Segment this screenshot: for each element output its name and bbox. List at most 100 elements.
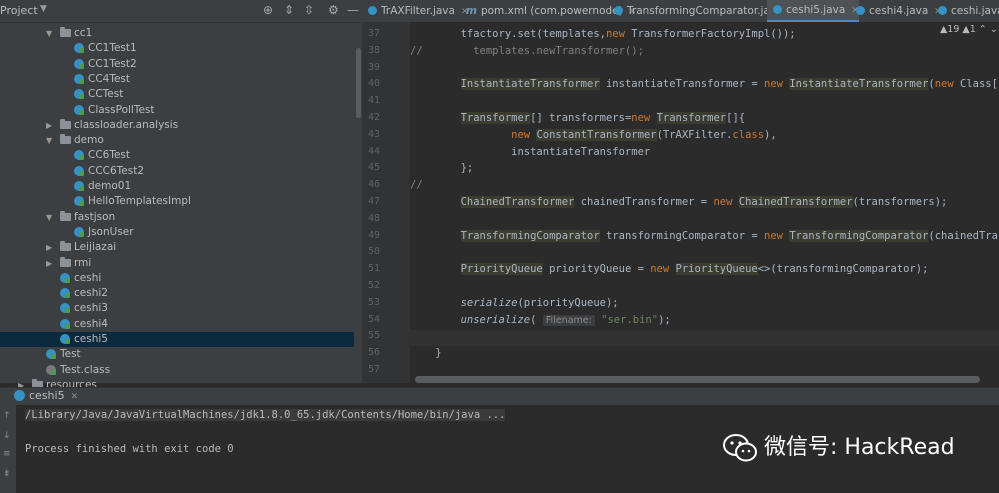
tree-item[interactable]: ceshi3 [0, 301, 354, 316]
code-line[interactable]: } [410, 347, 441, 359]
code-line[interactable]: }; [410, 162, 474, 174]
chevron-down-icon[interactable]: ▼ [46, 210, 52, 225]
tree-item[interactable]: ceshi4 [0, 317, 354, 332]
class-icon [856, 6, 865, 15]
editor-tab-label: pom.xml (com.powernode) [480, 5, 623, 17]
code-line[interactable]: serialize(priorityQueue); [410, 297, 619, 309]
locate-icon[interactable]: ⊕ [263, 3, 273, 17]
editor-tab-bar: TrAXFilter.java ✕ m pom.xml (com.powernode)… [362, 0, 999, 23]
line-number: 50 [367, 246, 380, 258]
code-line[interactable]: instantiateTransformer [410, 146, 650, 158]
tree-item[interactable]: HelloTemplatesImpl [0, 194, 354, 209]
tree-item-label: ceshi2 [74, 287, 108, 300]
line-number: 44 [367, 145, 380, 157]
line-number: 45 [367, 162, 380, 174]
tree-item-label: ceshi3 [74, 302, 108, 315]
class-icon [60, 303, 70, 314]
tree-item-label: rmi [74, 256, 92, 269]
tree-item[interactable]: ▶ classloader.analysis [0, 118, 354, 133]
line-number: 37 [367, 28, 380, 39]
editor-tab-label: ceshi4.java [869, 5, 929, 17]
tree-item-label: CCC6Test2 [88, 164, 145, 177]
line-number: 52 [367, 280, 380, 291]
code-line[interactable]: TransformingComparator transformingCompa… [410, 229, 999, 242]
line-number: 40 [367, 78, 380, 90]
chevron-down-icon[interactable]: ▼ [40, 4, 47, 14]
minimize-icon[interactable]: — [347, 3, 359, 17]
inspection-warnings[interactable]: ▲19 ▲1 ⌃ ⌄ [940, 24, 998, 35]
editor-tab[interactable]: TrAXFilter.java ✕ [362, 0, 469, 22]
editor-tab[interactable]: ceshi5.java✕ [767, 0, 859, 22]
tree-item[interactable]: ceshi [0, 271, 354, 286]
console-exit-message: Process finished with exit code 0 [25, 443, 234, 455]
tree-item[interactable]: demo01 [0, 179, 354, 194]
editor-horizontal-scrollbar[interactable] [415, 376, 980, 383]
chevron-right-icon[interactable]: ▶ [46, 118, 52, 133]
chevron-down-icon[interactable]: ▼ [46, 133, 52, 148]
project-title[interactable]: Project [0, 4, 38, 17]
tree-item-label: CC4Test [88, 72, 131, 85]
tree-item[interactable]: ▼ cc1 [0, 26, 354, 41]
tree-item[interactable]: ▼ fastjson [0, 210, 354, 225]
editor-tab[interactable]: ceshi.java✕ [932, 0, 999, 22]
class-icon [74, 89, 84, 100]
project-scrollbar[interactable] [356, 48, 361, 118]
tree-item[interactable]: ceshi5 [0, 332, 354, 347]
collapse-all-icon[interactable]: ⇳ [304, 3, 314, 17]
tree-item[interactable]: JsonUser [0, 225, 354, 240]
editor-tab-label: TransformingComparator.java [627, 5, 783, 17]
class-icon [60, 288, 70, 299]
class-icon [773, 5, 782, 14]
tree-item[interactable]: CCC6Test2 [0, 164, 354, 179]
rerun-icon[interactable]: ↑ [3, 411, 11, 421]
tree-item[interactable]: ▼ demo [0, 133, 354, 148]
folder-icon [60, 256, 71, 267]
line-number: 57 [367, 364, 380, 375]
expand-all-icon[interactable]: ⇕ [284, 3, 294, 17]
chevron-right-icon[interactable]: ▶ [46, 240, 52, 255]
editor-tab-label: ceshi5.java [786, 4, 846, 16]
line-number: 38 [367, 44, 380, 56]
tree-item[interactable]: CC6Test [0, 148, 354, 163]
run-panel-header [0, 387, 999, 406]
tree-item[interactable]: ▶ rmi [0, 256, 354, 271]
code-line[interactable]: // [410, 179, 423, 191]
tree-item[interactable]: ClassPollTest [0, 103, 354, 118]
chevron-down-icon[interactable]: ▼ [46, 26, 52, 41]
tree-item[interactable]: CCTest [0, 87, 354, 102]
code-line[interactable]: PriorityQueue priorityQueue = new Priori… [410, 263, 928, 276]
tree-item[interactable]: CC1Test1 [0, 41, 354, 56]
down-icon[interactable]: ↓ [3, 431, 11, 441]
run-tab-label: ceshi5 [29, 389, 65, 402]
gear-icon[interactable]: ⚙ [328, 3, 339, 17]
code-line[interactable]: tfactory.set(templates,new TransformerFa… [410, 28, 796, 40]
tree-item[interactable]: CC1Test2 [0, 57, 354, 72]
tree-item-label: CCTest [88, 88, 124, 101]
code-line[interactable]: new ConstantTransformer(TrAXFilter.class… [410, 128, 777, 141]
tree-item[interactable]: Test [0, 347, 354, 362]
class-icon [46, 349, 56, 360]
code-line[interactable]: Transformer[] transformers=new Transform… [410, 112, 745, 124]
folder-icon [60, 210, 71, 221]
tree-item-label: CC1Test1 [88, 42, 137, 55]
close-icon[interactable]: ✕ [71, 392, 79, 402]
line-number: 49 [367, 229, 380, 241]
code-line[interactable]: unserialize( Filename: "ser.bin"); [410, 314, 671, 326]
print-icon[interactable]: ⇟ [3, 469, 11, 479]
chevron-right-icon[interactable]: ▶ [46, 256, 52, 271]
class-icon [74, 43, 84, 54]
editor-tab[interactable]: ceshi4.java✕ [850, 0, 942, 22]
tree-item[interactable]: ceshi2 [0, 286, 354, 301]
class-icon [60, 334, 70, 344]
watermark-text: 微信号: HackRead [764, 435, 955, 460]
run-tab[interactable]: ceshi5 ✕ [0, 387, 78, 405]
code-line[interactable]: // templates.newTransformer(); [410, 45, 644, 57]
class-icon [14, 390, 25, 401]
wrap-icon[interactable]: ≡ [3, 449, 11, 459]
tree-item[interactable]: CC4Test [0, 72, 354, 87]
tree-item[interactable]: ▶ Leijiazai [0, 240, 354, 255]
tree-item-label: CC6Test [88, 149, 131, 162]
code-line[interactable]: InstantiateTransformer instantiateTransf… [410, 78, 999, 91]
code-line[interactable]: ChainedTransformer chainedTransformer = … [410, 196, 947, 208]
tree-item[interactable]: Test.class [0, 363, 354, 378]
